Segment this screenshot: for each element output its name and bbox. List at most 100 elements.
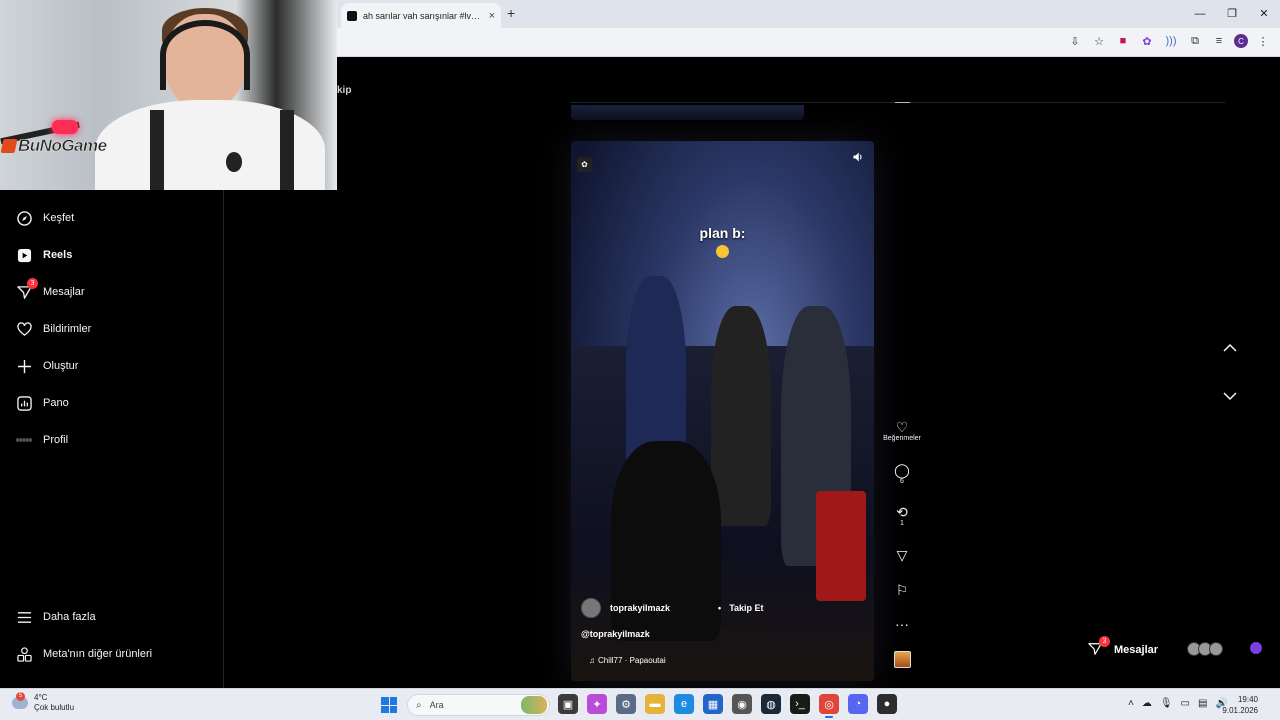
notification-badge: 3 [1099, 636, 1110, 647]
terminal-icon[interactable]: ›_ [790, 694, 810, 714]
previous-reel-button[interactable] [1220, 340, 1240, 356]
logo-text: BuNoGame [18, 136, 108, 156]
new-tab-button[interactable]: + [507, 5, 515, 21]
app-icon[interactable]: ● [877, 694, 897, 714]
audio-thumbnail[interactable] [894, 651, 911, 668]
sidebar-item-more[interactable]: Daha fazla [16, 609, 96, 625]
sidebar-item-reels[interactable]: Reels [16, 247, 72, 263]
volume-icon[interactable] [852, 151, 864, 166]
sidebar-item-label: Reels [43, 249, 73, 261]
messages-pill[interactable]: 3 Mesajlar [1088, 636, 1268, 664]
display-icon[interactable]: ▭ [1181, 698, 1190, 709]
more-icon: ··· [895, 616, 909, 632]
copilot-icon[interactable]: ✦ [587, 694, 607, 714]
reel-video[interactable]: ✿ plan b: toprakyilmazk • Takip Et @topr… [571, 141, 874, 681]
contact-avatar [1209, 642, 1223, 656]
weather-widget[interactable]: 5 4°C Çok bulutlu [12, 692, 74, 713]
store-icon[interactable]: ▦ [703, 694, 723, 714]
network-icon[interactable]: ▤ [1198, 698, 1207, 709]
system-tray: ˄ ☁ 🎙 ▭ ▤ 🔊 [1128, 698, 1228, 709]
share-button[interactable]: ▽ [879, 547, 925, 563]
profile-avatar-button[interactable]: C [1234, 34, 1248, 48]
tab-close-icon[interactable]: × [489, 10, 495, 22]
following-tab-fragment[interactable]: kip [337, 85, 351, 96]
plus-icon [16, 358, 32, 374]
like-button[interactable]: ♡ Beğenmeler [879, 419, 925, 442]
close-window-button[interactable]: ✕ [1248, 0, 1280, 28]
streamer-logo: BuNoGame [0, 136, 108, 156]
save-button[interactable]: ⚐ [879, 582, 925, 598]
extension-purple-icon[interactable]: ✿ [1138, 32, 1156, 50]
edge-icon[interactable]: e [674, 694, 694, 714]
search-icon: ⌕ [416, 699, 422, 711]
extension-red-icon[interactable]: ■ [1114, 32, 1132, 50]
cloud-sync-icon[interactable]: ☁ [1142, 698, 1152, 709]
taskbar-clock[interactable]: 19:40 9.01.2026 [1222, 694, 1258, 716]
sidebar-item-label: Oluştur [43, 360, 79, 372]
discord-icon[interactable]: ◔ [848, 694, 868, 714]
sidebar-item-label: Meta'nın diğer ürünleri [43, 648, 153, 660]
sidebar-item-label: Mesajlar [43, 286, 85, 298]
start-button[interactable] [381, 697, 397, 713]
sidebar-item-profile[interactable]: Profil [16, 432, 68, 448]
comment-icon: ◯ [894, 462, 910, 478]
ai-assistant-icon[interactable] [1250, 642, 1262, 654]
send-icon: ▽ [896, 547, 908, 563]
bookmark-star-icon[interactable]: ☆ [1090, 32, 1108, 50]
taskbar-search[interactable]: ⌕ Ara [407, 694, 550, 716]
sidebar-item-explore[interactable]: Keşfet [16, 210, 74, 226]
restore-button[interactable]: ❐ [1216, 0, 1248, 28]
clock-time: 19:40 [1237, 695, 1258, 704]
ai-label-icon[interactable]: ✿ [577, 157, 592, 172]
sidebar-item-label: Bildirimler [43, 323, 92, 335]
next-reel-button[interactable] [1220, 388, 1240, 404]
comment-count: 6 [900, 478, 904, 485]
music-note-icon: ♫ [589, 656, 595, 665]
file-explorer-icon[interactable]: ▬ [645, 694, 665, 714]
headset-icon [160, 20, 250, 90]
reel-description[interactable]: @toprakyilmazk [581, 629, 650, 639]
extension-blue-icon[interactable]: ))) [1162, 32, 1180, 50]
author-avatar[interactable] [581, 598, 601, 618]
video-caption: plan b: [699, 225, 746, 241]
tiktok-favicon-icon [347, 10, 357, 21]
settings-icon[interactable]: ⚙ [616, 694, 636, 714]
sidebar-item-notifications[interactable]: Bildirimler [16, 321, 91, 337]
extensions-puzzle-icon[interactable]: ⧉ [1186, 32, 1204, 50]
follow-button[interactable]: Takip Et [729, 603, 763, 613]
kebab-menu-icon[interactable]: ⋮ [1254, 32, 1272, 50]
screen: ah sarılar vah sarışınlar #lvbelc5 × + —… [0, 0, 1280, 720]
compass-icon [16, 210, 32, 226]
comment-button[interactable]: ◯ 6 [879, 462, 925, 485]
bookmark-icon: ⚐ [895, 582, 909, 598]
repost-button[interactable]: ⟲ 1 [879, 504, 925, 527]
weather-temp: 4°C [34, 693, 48, 702]
more-options-button[interactable]: ··· [879, 616, 925, 632]
search-placeholder: Ara [429, 700, 444, 710]
reel-audio[interactable]: ♫ Chill77 · Papaoutai [589, 656, 666, 665]
recent-contacts [1187, 642, 1223, 656]
star-struck-emoji-icon [716, 245, 729, 258]
minimize-button[interactable]: — [1184, 0, 1216, 28]
sidebar-item-messages[interactable]: 3 Mesajlar [16, 278, 85, 300]
messages-pill-label: Mesajlar [1114, 644, 1159, 656]
chrome-icon[interactable]: ◎ [819, 694, 839, 718]
sidebar-item-meta-products[interactable]: Meta'nın diğer ürünleri [16, 646, 152, 662]
previous-reel-edge[interactable] [571, 105, 804, 120]
like-label: Beğenmeler [883, 435, 921, 442]
chevron-up-icon[interactable]: ˄ [1128, 698, 1134, 709]
browser-tab[interactable]: ah sarılar vah sarışınlar #lvbelc5 × [341, 3, 501, 28]
sidebar: Keşfet Reels 3 Mesajlar Bildirimler Oluş… [0, 190, 224, 688]
install-app-icon[interactable]: ⇩ [1066, 32, 1084, 50]
author-username[interactable]: toprakyilmazk [610, 603, 670, 613]
obs-icon[interactable]: ◉ [732, 694, 752, 714]
sidebar-item-dashboard[interactable]: Pano [16, 395, 69, 411]
sidebar-item-create[interactable]: Oluştur [16, 358, 78, 374]
media-control-icon[interactable]: ≡ [1210, 32, 1228, 50]
microphone-icon[interactable]: 🎙 [1160, 698, 1173, 709]
steam-icon[interactable]: ◍ [761, 694, 781, 714]
task-view-icon[interactable]: ▣ [558, 694, 578, 714]
sidebar-item-label: Keşfet [43, 212, 75, 224]
separator-dot: • [718, 603, 722, 613]
browser-toolbar: ⇩ ☆ ■ ✿ ))) ⧉ ≡ C ⋮ [337, 28, 1280, 57]
